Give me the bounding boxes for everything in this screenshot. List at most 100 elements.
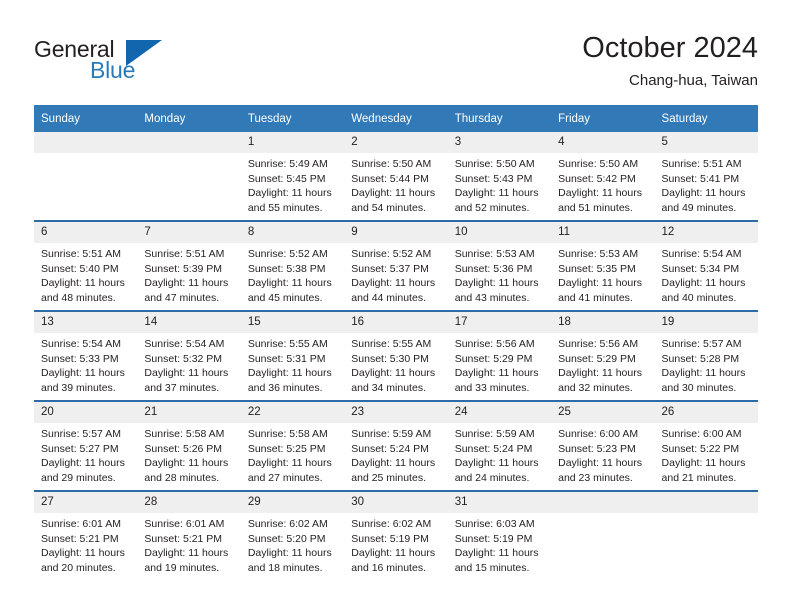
- day-number: 6: [34, 222, 138, 243]
- sunset-text: Sunset: 5:36 PM: [454, 262, 533, 275]
- day-details: Sunrise: 5:50 AM Sunset: 5:44 PM Dayligh…: [344, 153, 447, 215]
- day-cell[interactable]: 26 Sunrise: 6:00 AM Sunset: 5:22 PM Dayl…: [654, 400, 758, 491]
- daylight-text-line1: Daylight: 11 hours: [558, 457, 642, 470]
- day-cell[interactable]: 15 Sunrise: 5:55 AM Sunset: 5:31 PM Dayl…: [240, 310, 345, 401]
- calendar-week-row: 13 Sunrise: 5:54 AM Sunset: 5:33 PM Dayl…: [34, 310, 758, 401]
- day-details: Sunrise: 5:54 AM Sunset: 5:34 PM Dayligh…: [655, 243, 758, 305]
- sunset-text: Sunset: 5:40 PM: [41, 262, 119, 275]
- day-details: Sunrise: 5:58 AM Sunset: 5:26 PM Dayligh…: [137, 423, 240, 485]
- sunset-text: Sunset: 5:29 PM: [558, 352, 636, 365]
- calendar-page: General Blue October 2024 Chang-hua, Tai…: [0, 0, 792, 612]
- weekday-header-friday: Friday: [551, 105, 655, 132]
- sunrise-text: Sunrise: 6:03 AM: [454, 518, 535, 530]
- day-cell[interactable]: 6 Sunrise: 5:51 AM Sunset: 5:40 PM Dayli…: [34, 220, 138, 311]
- page-title: October 2024: [582, 32, 758, 64]
- day-cell[interactable]: 29 Sunrise: 6:02 AM Sunset: 5:20 PM Dayl…: [240, 490, 345, 580]
- day-cell[interactable]: 24 Sunrise: 5:59 AM Sunset: 5:24 PM Dayl…: [447, 400, 552, 491]
- day-cell[interactable]: 5 Sunrise: 5:51 AM Sunset: 5:41 PM Dayli…: [654, 132, 758, 221]
- day-number: 15: [240, 312, 345, 333]
- daylight-text-line1: Daylight: 11 hours: [247, 277, 332, 290]
- day-cell[interactable]: 25 Sunrise: 6:00 AM Sunset: 5:23 PM Dayl…: [551, 400, 655, 491]
- day-cell[interactable]: 13 Sunrise: 5:54 AM Sunset: 5:33 PM Dayl…: [34, 310, 138, 401]
- sunset-text: Sunset: 5:34 PM: [661, 262, 740, 275]
- day-number: [34, 132, 138, 153]
- day-cell[interactable]: 11 Sunrise: 5:53 AM Sunset: 5:35 PM Dayl…: [551, 220, 655, 311]
- daylight-text-line2: and 16 minutes.: [351, 561, 426, 574]
- day-cell[interactable]: 30 Sunrise: 6:02 AM Sunset: 5:19 PM Dayl…: [344, 490, 448, 580]
- day-cell[interactable]: 9 Sunrise: 5:52 AM Sunset: 5:37 PM Dayli…: [344, 220, 448, 311]
- day-cell[interactable]: 8 Sunrise: 5:52 AM Sunset: 5:38 PM Dayli…: [240, 220, 345, 311]
- day-cell[interactable]: 16 Sunrise: 5:55 AM Sunset: 5:30 PM Dayl…: [344, 310, 448, 401]
- sunset-text: Sunset: 5:29 PM: [454, 352, 533, 365]
- day-cell[interactable]: 31 Sunrise: 6:03 AM Sunset: 5:19 PM Dayl…: [447, 490, 552, 580]
- day-cell[interactable]: 20 Sunrise: 5:57 AM Sunset: 5:27 PM Dayl…: [34, 400, 138, 491]
- day-cell[interactable]: 7 Sunrise: 5:51 AM Sunset: 5:39 PM Dayli…: [137, 220, 241, 311]
- calendar-body: 1 Sunrise: 5:49 AM Sunset: 5:45 PM Dayli…: [34, 132, 758, 580]
- weekday-header-thursday: Thursday: [447, 105, 552, 132]
- sunrise-text: Sunrise: 5:56 AM: [558, 338, 639, 350]
- page-header: General Blue October 2024 Chang-hua, Tai…: [0, 0, 792, 100]
- day-cell[interactable]: 22 Sunrise: 5:58 AM Sunset: 5:25 PM Dayl…: [240, 400, 345, 491]
- day-cell[interactable]: 21 Sunrise: 5:58 AM Sunset: 5:26 PM Dayl…: [137, 400, 241, 491]
- weekday-header-tuesday: Tuesday: [240, 105, 345, 132]
- daylight-text-line1: Daylight: 11 hours: [247, 457, 332, 470]
- day-cell[interactable]: 1 Sunrise: 5:49 AM Sunset: 5:45 PM Dayli…: [240, 132, 345, 221]
- daylight-text-line1: Daylight: 11 hours: [454, 367, 539, 380]
- daylight-text-line2: and 43 minutes.: [454, 291, 530, 304]
- day-details: Sunrise: 5:56 AM Sunset: 5:29 PM Dayligh…: [448, 333, 551, 395]
- daylight-text-line1: Daylight: 11 hours: [351, 187, 436, 200]
- daylight-text-line1: Daylight: 11 hours: [144, 457, 229, 470]
- sunset-text: Sunset: 5:26 PM: [144, 442, 223, 455]
- daylight-text-line2: and 41 minutes.: [558, 291, 633, 304]
- sunrise-text: Sunrise: 5:59 AM: [351, 428, 432, 440]
- sunset-text: Sunset: 5:43 PM: [454, 172, 533, 185]
- day-cell[interactable]: 27 Sunrise: 6:01 AM Sunset: 5:21 PM Dayl…: [34, 490, 138, 580]
- day-details: Sunrise: 5:56 AM Sunset: 5:29 PM Dayligh…: [551, 333, 654, 395]
- day-details: Sunrise: 6:02 AM Sunset: 5:19 PM Dayligh…: [344, 513, 447, 575]
- daylight-text-line1: Daylight: 11 hours: [144, 367, 229, 380]
- day-cell[interactable]: 28 Sunrise: 6:01 AM Sunset: 5:21 PM Dayl…: [137, 490, 241, 580]
- page-subtitle-location: Chang-hua, Taiwan: [629, 72, 758, 89]
- day-number: 13: [34, 312, 138, 333]
- daylight-text-line2: and 39 minutes.: [41, 381, 116, 394]
- day-cell[interactable]: 2 Sunrise: 5:50 AM Sunset: 5:44 PM Dayli…: [344, 132, 448, 221]
- daylight-text-line2: and 18 minutes.: [247, 561, 323, 574]
- calendar-grid: Sunday Monday Tuesday Wednesday Thursday…: [34, 105, 758, 580]
- day-cell[interactable]: 18 Sunrise: 5:56 AM Sunset: 5:29 PM Dayl…: [551, 310, 655, 401]
- day-cell[interactable]: 14 Sunrise: 5:54 AM Sunset: 5:32 PM Dayl…: [137, 310, 241, 401]
- daylight-text-line1: Daylight: 11 hours: [144, 547, 229, 560]
- day-cell[interactable]: 12 Sunrise: 5:54 AM Sunset: 5:34 PM Dayl…: [654, 220, 758, 311]
- weekday-header-wednesday: Wednesday: [344, 105, 448, 132]
- sunrise-text: Sunrise: 5:58 AM: [247, 428, 328, 440]
- day-number: 20: [34, 402, 138, 423]
- day-details: Sunrise: 5:51 AM Sunset: 5:39 PM Dayligh…: [137, 243, 240, 305]
- day-cell[interactable]: [34, 132, 138, 221]
- day-number: 21: [137, 402, 241, 423]
- day-cell[interactable]: 19 Sunrise: 5:57 AM Sunset: 5:28 PM Dayl…: [654, 310, 758, 401]
- day-number: [137, 132, 241, 153]
- day-cell[interactable]: [137, 132, 241, 221]
- day-number: 14: [137, 312, 241, 333]
- daylight-text-line2: and 36 minutes.: [247, 381, 323, 394]
- day-details: Sunrise: 5:53 AM Sunset: 5:36 PM Dayligh…: [448, 243, 551, 305]
- day-number: 30: [344, 492, 448, 513]
- day-number: [654, 492, 758, 513]
- day-number: 9: [344, 222, 448, 243]
- day-cell[interactable]: 10 Sunrise: 5:53 AM Sunset: 5:36 PM Dayl…: [447, 220, 552, 311]
- day-details: Sunrise: 5:52 AM Sunset: 5:38 PM Dayligh…: [241, 243, 344, 305]
- day-cell[interactable]: 3 Sunrise: 5:50 AM Sunset: 5:43 PM Dayli…: [447, 132, 552, 221]
- sunset-text: Sunset: 5:30 PM: [351, 352, 429, 365]
- daylight-text-line2: and 30 minutes.: [661, 381, 737, 394]
- daylight-text-line2: and 29 minutes.: [41, 471, 116, 484]
- day-cell[interactable]: 4 Sunrise: 5:50 AM Sunset: 5:42 PM Dayli…: [551, 132, 655, 221]
- day-cell[interactable]: 17 Sunrise: 5:56 AM Sunset: 5:29 PM Dayl…: [447, 310, 552, 401]
- day-cell[interactable]: [654, 490, 758, 580]
- day-cell[interactable]: 23 Sunrise: 5:59 AM Sunset: 5:24 PM Dayl…: [344, 400, 448, 491]
- day-cell[interactable]: [551, 490, 655, 580]
- day-details: Sunrise: 5:52 AM Sunset: 5:37 PM Dayligh…: [344, 243, 447, 305]
- daylight-text-line1: Daylight: 11 hours: [351, 277, 436, 290]
- sunrise-text: Sunrise: 6:01 AM: [41, 518, 121, 530]
- day-details: Sunrise: 6:00 AM Sunset: 5:23 PM Dayligh…: [551, 423, 654, 485]
- daylight-text-line2: and 52 minutes.: [454, 201, 530, 214]
- daylight-text-line2: and 49 minutes.: [661, 201, 737, 214]
